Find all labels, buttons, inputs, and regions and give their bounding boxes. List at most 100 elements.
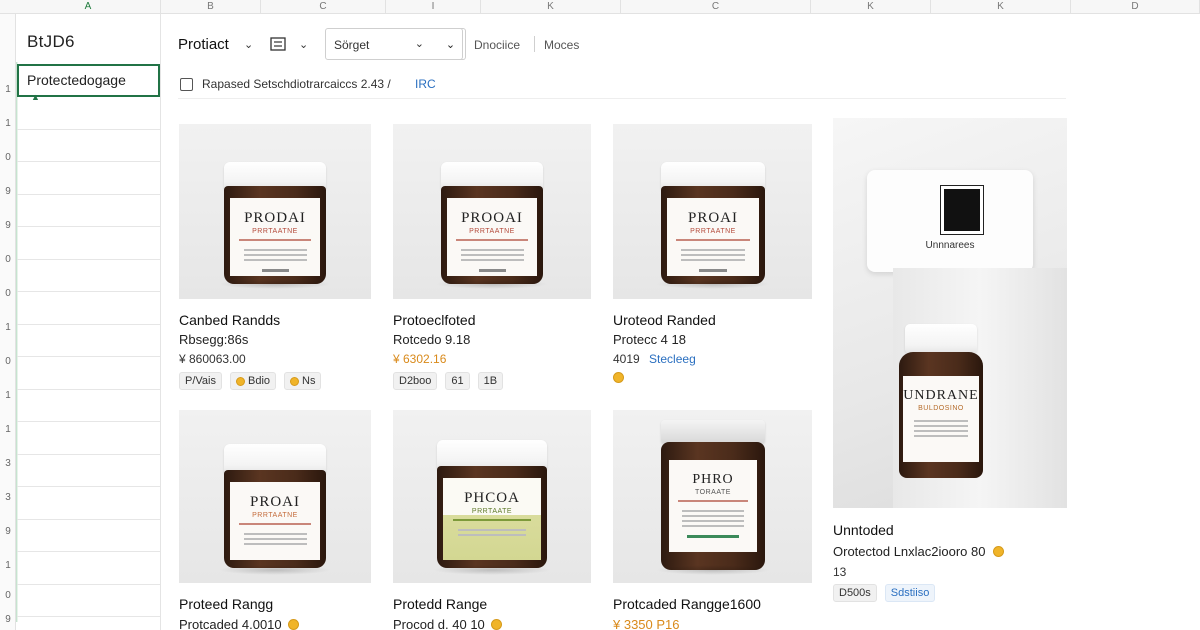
row-number[interactable]: 0	[0, 590, 16, 601]
row-number[interactable]: 1	[0, 84, 16, 95]
product-card[interactable]: PRODAI PRRTAATNE Canbed Randds Rbsegg:86…	[179, 124, 371, 390]
column-header[interactable]: K	[811, 0, 931, 14]
product-card[interactable]: PROAI PRRTAATNE Uroteod Randed Protecc 4…	[613, 124, 812, 390]
product-price: 4019	[613, 352, 640, 366]
row-number[interactable]: 1	[0, 322, 16, 333]
product-image[interactable]: PROAI PRRTAATNE	[179, 410, 371, 583]
box-label: Unnnarees	[925, 240, 975, 251]
name-box[interactable]: BtJD6	[27, 32, 75, 52]
row-number[interactable]: 9	[0, 186, 16, 197]
row-number[interactable]: 0	[0, 356, 16, 367]
list-view-icon[interactable]	[266, 32, 290, 56]
tag[interactable]: Sdstiiso	[884, 584, 936, 602]
product-image[interactable]: Unnnarees UNDRANE BULDOSINO	[833, 118, 1067, 508]
row-number[interactable]: 3	[0, 458, 16, 469]
tag[interactable]: D500s	[833, 584, 877, 602]
tag[interactable]: Bdio	[229, 372, 277, 390]
tag-row: P/Vais Bdio Ns	[179, 372, 322, 390]
jar-brand: PROOAI	[461, 210, 523, 226]
grid-line	[17, 356, 160, 357]
sort-label: Sörget	[334, 38, 370, 52]
product-box: Unnnarees	[867, 170, 1033, 272]
row-number[interactable]: 0	[0, 288, 16, 299]
grid-line	[17, 389, 160, 390]
row-number[interactable]: 0	[0, 254, 16, 265]
jar-brand: PHRO	[692, 472, 734, 487]
jar-brand: PROAI	[687, 210, 738, 226]
row-number[interactable]: 1	[0, 118, 16, 129]
jar-subtitle: PRRTAATE	[471, 508, 513, 515]
grid-line	[17, 551, 160, 552]
product-title[interactable]: Canbed Randds	[179, 312, 280, 328]
row-number[interactable]: 1	[0, 424, 16, 435]
filter-link[interactable]: IRC	[415, 77, 436, 91]
jar-subtitle: PRRTAATNE	[252, 228, 298, 235]
product-price: ¥ 860063.00	[179, 352, 246, 366]
column-header[interactable]: K	[931, 0, 1071, 14]
row-number[interactable]: 9	[0, 526, 16, 537]
category-title[interactable]: Protiact	[178, 36, 229, 53]
toolbar-link[interactable]: Moces	[544, 38, 579, 52]
product-image[interactable]: PROOAI PRRTAATNE	[393, 124, 591, 299]
jar: PROAI PRRTAATNE	[224, 444, 326, 568]
product-title[interactable]: Unntoded	[833, 522, 894, 538]
jar: PHCOA PRRTAATE	[437, 440, 547, 568]
bottle-label: UNDRANE BULDOSINO	[903, 376, 979, 462]
row-number[interactable]: 1	[0, 390, 16, 401]
product-title[interactable]: Protedd Range	[393, 596, 487, 612]
column-header[interactable]: A	[16, 0, 161, 14]
column-header[interactable]: C	[621, 0, 811, 14]
jar-brand: PRODAI	[244, 210, 306, 226]
product-card[interactable]: PHCOA PRRTAATE Protedd Range Procod d. 4…	[393, 410, 591, 630]
product-image[interactable]: PHRO TORAATE	[613, 410, 812, 583]
jar-subtitle: PRRTAATNE	[469, 228, 515, 235]
column-header[interactable]: I	[386, 0, 481, 14]
sort-toggle-button[interactable]: ⌄	[436, 28, 466, 60]
row-number[interactable]: 3	[0, 492, 16, 503]
filter-row: Rapased Setschdiotrarcaiccs 2.43 / IRC	[178, 76, 578, 94]
featured-product-card[interactable]: Unnnarees UNDRANE BULDOSINO Unntoded Oro…	[833, 118, 1067, 608]
row-number[interactable]: 9	[0, 614, 16, 625]
row-number[interactable]: 0	[0, 152, 16, 163]
product-card[interactable]: PROAI PRRTAATNE Proteed Rangg Protcaded …	[179, 410, 371, 630]
grid-line	[17, 616, 160, 617]
product-status-link[interactable]: Stecleeg	[649, 352, 696, 366]
product-card[interactable]: PHRO TORAATE Protcaded Rangge1600 ¥ 3350…	[613, 410, 812, 630]
product-image[interactable]: PROAI PRRTAATNE	[613, 124, 812, 299]
fill-handle-icon[interactable]: ▲	[31, 92, 40, 102]
row-number[interactable]: 9	[0, 220, 16, 231]
tag[interactable]: D2boo	[393, 372, 438, 390]
column-header[interactable]: D	[1071, 0, 1200, 14]
product-subtitle: Rbsegg:86s	[179, 332, 249, 347]
tag[interactable]: Ns	[284, 372, 322, 390]
coin-icon	[288, 619, 300, 630]
row-number[interactable]: 1	[0, 560, 16, 571]
tag[interactable]: 61	[445, 372, 470, 390]
product-title[interactable]: Protoeclfoted	[393, 312, 476, 328]
grid-line	[17, 421, 160, 422]
tag[interactable]: P/Vais	[179, 372, 222, 390]
product-title[interactable]: Uroteod Randed	[613, 312, 716, 328]
chevron-down-icon[interactable]: ⌄	[299, 38, 308, 51]
chevron-down-icon[interactable]: ⌄	[244, 38, 253, 51]
product-title[interactable]: Proteed Rangg	[179, 596, 273, 612]
jar-label: PHCOA PRRTAATE	[443, 478, 541, 560]
tag[interactable]: 1B	[477, 372, 504, 390]
coin-icon[interactable]	[613, 372, 624, 383]
grid-line	[17, 194, 160, 195]
column-header[interactable]: C	[261, 0, 386, 14]
bottle-brand: UNDRANE	[903, 388, 979, 403]
grid-line	[17, 486, 160, 487]
jar-lid	[661, 420, 765, 444]
column-header[interactable]: K	[481, 0, 621, 14]
product-image[interactable]: PRODAI PRRTAATNE	[179, 124, 371, 299]
column-header[interactable]: B	[161, 0, 261, 14]
product-title[interactable]: Protcaded Rangge1600	[613, 596, 761, 612]
product-subtitle: Procod d. 40 10	[393, 617, 485, 630]
toolbar-link[interactable]: Dnociice	[474, 38, 520, 52]
checkbox-icon[interactable]	[180, 78, 193, 91]
product-card[interactable]: PROOAI PRRTAATNE Protoeclfoted Rotcedo 9…	[393, 124, 591, 390]
product-subtitle-row: Orotectod Lnxlac2iooro 80	[833, 544, 1005, 559]
product-subtitle-row: Protcaded 4.0010	[179, 617, 300, 630]
product-image[interactable]: PHCOA PRRTAATE	[393, 410, 591, 583]
